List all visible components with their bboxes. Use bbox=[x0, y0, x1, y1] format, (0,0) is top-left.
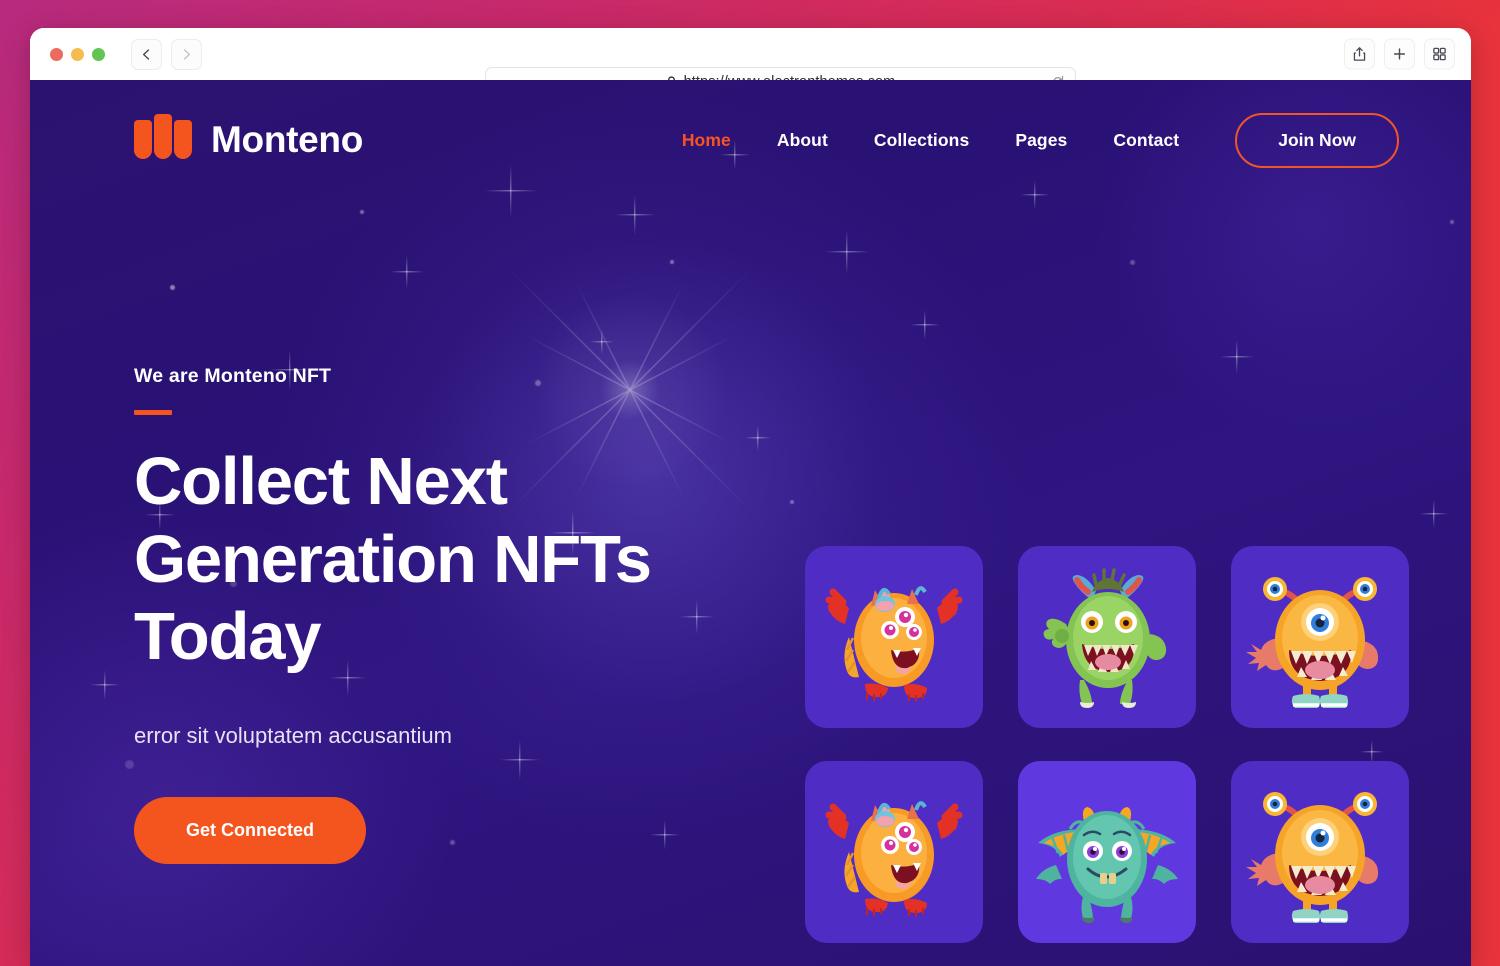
green-horned-monster-icon bbox=[1043, 568, 1167, 708]
nft-card-yellow-cyclops-monster[interactable] bbox=[1231, 761, 1409, 943]
logo-text: Monteno bbox=[211, 119, 364, 160]
get-connected-button[interactable]: Get Connected bbox=[134, 797, 367, 865]
forward-button[interactable] bbox=[171, 38, 202, 70]
close-window-button[interactable] bbox=[50, 47, 63, 61]
maximize-window-button[interactable] bbox=[92, 47, 105, 61]
nft-card-teal-winged-monster[interactable] bbox=[1018, 761, 1196, 943]
minimize-window-button[interactable] bbox=[71, 47, 84, 61]
hero-accent-rule bbox=[134, 410, 172, 415]
site-logo[interactable]: Monteno bbox=[134, 112, 363, 169]
nft-card-grid bbox=[805, 546, 1409, 966]
back-button[interactable] bbox=[131, 38, 162, 70]
browser-window: https://www.electronthemes.com bbox=[30, 28, 1471, 966]
nav-item-contact[interactable]: Contact bbox=[1090, 130, 1202, 151]
three-bars-icon bbox=[134, 112, 196, 169]
hero-title-line-1: Collect Next bbox=[134, 444, 508, 519]
orange-three-eyed-monster-icon bbox=[825, 586, 963, 702]
nav-item-home[interactable]: Home bbox=[659, 130, 754, 151]
nav-item-collections[interactable]: Collections bbox=[851, 130, 992, 151]
hero-title: Collect Next Generation NFTs Today bbox=[134, 443, 774, 676]
join-now-button[interactable]: Join Now bbox=[1235, 112, 1399, 168]
hero-eyebrow: We are Monteno NFT bbox=[134, 365, 332, 387]
share-button[interactable] bbox=[1344, 38, 1375, 70]
toolbar-actions bbox=[1344, 38, 1455, 70]
hero-copy: We are Monteno NFT Collect Next Generati… bbox=[134, 200, 774, 865]
main-navigation: Home About Collections Pages Contact Joi… bbox=[659, 112, 1399, 168]
site-header: Monteno Home About Collections Pages Con… bbox=[30, 80, 1471, 200]
teal-winged-monster-icon bbox=[1036, 807, 1178, 923]
nft-card-orange-three-eyed-monster[interactable] bbox=[805, 761, 983, 943]
navigation-buttons bbox=[131, 38, 202, 70]
window-traffic-lights bbox=[50, 47, 105, 61]
page-viewport: Monteno Home About Collections Pages Con… bbox=[30, 80, 1471, 966]
nft-card-yellow-cyclops-monster[interactable] bbox=[1231, 546, 1409, 728]
nav-item-pages[interactable]: Pages bbox=[992, 130, 1090, 151]
yellow-cyclops-antennae-monster-icon bbox=[1246, 792, 1379, 923]
chevron-right-icon bbox=[183, 48, 190, 60]
chevron-left-icon bbox=[143, 48, 150, 60]
new-tab-button[interactable] bbox=[1384, 38, 1415, 70]
plus-icon bbox=[1393, 48, 1406, 60]
nft-card-green-horned-monster[interactable] bbox=[1018, 546, 1196, 728]
nav-item-about[interactable]: About bbox=[754, 130, 851, 151]
hero-subtitle: error sit voluptatem accusantium bbox=[134, 723, 452, 749]
browser-toolbar: https://www.electronthemes.com bbox=[30, 28, 1471, 97]
hero-title-line-2: Generation NFTs bbox=[134, 521, 652, 597]
nft-card-orange-three-eyed-monster[interactable] bbox=[805, 546, 983, 728]
orange-three-eyed-monster-icon bbox=[825, 801, 963, 917]
hero-section: We are Monteno NFT Collect Next Generati… bbox=[30, 200, 1471, 943]
hero-title-line-3: Today bbox=[134, 599, 322, 675]
grid-icon bbox=[1433, 47, 1446, 61]
share-icon bbox=[1353, 47, 1366, 61]
yellow-cyclops-antennae-monster-icon bbox=[1246, 577, 1379, 708]
tab-overview-button[interactable] bbox=[1424, 38, 1455, 70]
